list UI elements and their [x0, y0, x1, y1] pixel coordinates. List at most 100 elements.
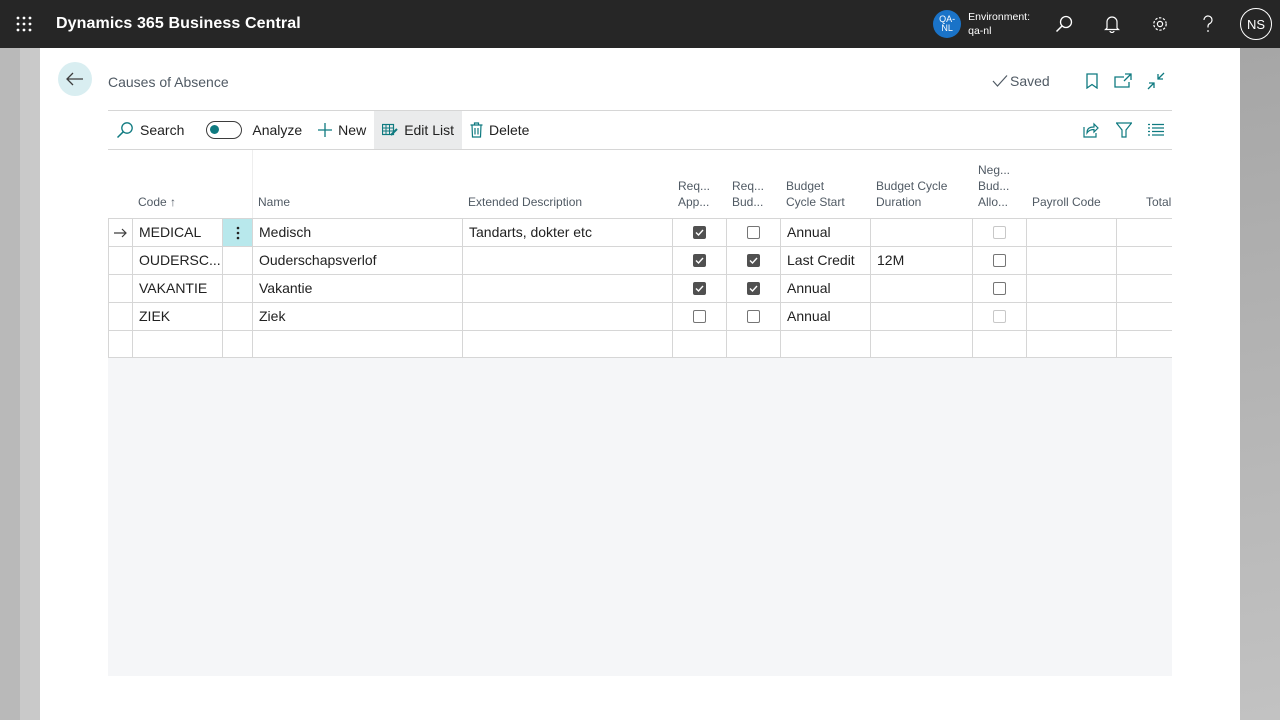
column-header-payroll-code[interactable]: Payroll Code — [1032, 194, 1101, 210]
cell-code[interactable]: OUDERSC... — [132, 247, 222, 274]
cell-budget-cycle-start[interactable]: Annual — [780, 303, 870, 330]
checkbox-neg-bud-allowed[interactable] — [993, 282, 1006, 295]
cell-payroll-code[interactable] — [1026, 275, 1116, 302]
cell-payroll-code[interactable] — [1026, 219, 1116, 246]
checkbox-req-bud[interactable] — [747, 310, 760, 323]
cell-budget-cycle-start[interactable]: Last Credit — [780, 247, 870, 274]
delete-button[interactable]: Delete — [462, 111, 537, 149]
open-new-window-button[interactable] — [1112, 70, 1134, 92]
cell-budget-cycle-duration[interactable]: 12M — [870, 247, 972, 274]
checkbox-req-bud[interactable] — [747, 254, 760, 267]
cell-name[interactable]: Medisch — [252, 219, 462, 246]
edit-list-button[interactable]: Edit List — [374, 111, 462, 149]
cell-budget-cycle-duration[interactable] — [870, 275, 972, 302]
column-header-code[interactable]: Code ↑ — [138, 194, 176, 210]
bookmark-button[interactable] — [1081, 70, 1103, 92]
cell-total[interactable] — [1116, 331, 1172, 358]
checkbox-req-app[interactable] — [693, 282, 706, 295]
cell-menu[interactable] — [222, 247, 252, 274]
cell-name[interactable]: Ouderschapsverlof — [252, 247, 462, 274]
cell-req-app[interactable] — [672, 219, 726, 246]
table-row[interactable]: MEDICAL Medisch Tandarts, dokter etc Annual — [108, 218, 1172, 246]
checkbox-req-bud[interactable] — [747, 226, 760, 239]
cell-req-app[interactable] — [672, 331, 726, 358]
cell-neg-bud-allowed[interactable] — [972, 247, 1026, 274]
settings-button[interactable] — [1136, 0, 1184, 48]
analyze-toggle[interactable]: Analyze — [198, 111, 310, 149]
notifications-button[interactable] — [1088, 0, 1136, 48]
column-header-neg-budget-allowed[interactable]: Neg... Bud... Allo... — [978, 162, 1010, 210]
cell-payroll-code[interactable] — [1026, 303, 1116, 330]
cell-total[interactable] — [1116, 303, 1172, 330]
search-action[interactable]: Search — [108, 111, 192, 149]
collapse-button[interactable] — [1145, 70, 1167, 92]
cell-total[interactable] — [1116, 219, 1172, 246]
cell-name[interactable] — [252, 331, 462, 358]
cell-extended-description[interactable] — [462, 275, 672, 302]
user-avatar[interactable]: NS — [1240, 8, 1272, 40]
cell-req-bud[interactable] — [726, 247, 780, 274]
cell-req-bud[interactable] — [726, 275, 780, 302]
column-header-name[interactable]: Name — [258, 194, 290, 210]
cell-req-bud[interactable] — [726, 331, 780, 358]
new-entry-row[interactable] — [108, 330, 1172, 358]
cell-code[interactable]: VAKANTIE — [132, 275, 222, 302]
analyze-switch[interactable] — [206, 121, 243, 139]
cell-req-bud[interactable] — [726, 219, 780, 246]
cell-neg-bud-allowed[interactable] — [972, 275, 1026, 302]
cell-req-app[interactable] — [672, 303, 726, 330]
cell-extended-description[interactable] — [462, 247, 672, 274]
cell-budget-cycle-start[interactable]: Annual — [780, 275, 870, 302]
filter-button[interactable] — [1113, 119, 1135, 141]
column-header-extended-description[interactable]: Extended Description — [468, 194, 582, 210]
cell-extended-description[interactable]: Tandarts, dokter etc — [462, 219, 672, 246]
cell-menu[interactable] — [222, 275, 252, 302]
checkbox-neg-bud-allowed[interactable] — [993, 226, 1006, 239]
column-header-req-approval[interactable]: Req... App... — [678, 178, 710, 210]
cell-total[interactable] — [1116, 247, 1172, 274]
table-row[interactable]: ZIEK Ziek Annual — [108, 302, 1172, 330]
cell-code[interactable]: MEDICAL — [132, 219, 222, 246]
cell-req-app[interactable] — [672, 247, 726, 274]
list-view-button[interactable] — [1145, 119, 1167, 141]
cell-menu[interactable] — [222, 331, 252, 358]
cell-neg-bud-allowed[interactable] — [972, 303, 1026, 330]
cell-neg-bud-allowed[interactable] — [972, 331, 1026, 358]
cell-code[interactable] — [132, 331, 222, 358]
cell-name[interactable]: Vakantie — [252, 275, 462, 302]
cell-req-app[interactable] — [672, 275, 726, 302]
cell-budget-cycle-start[interactable]: Annual — [780, 219, 870, 246]
checkbox-neg-bud-allowed[interactable] — [993, 310, 1006, 323]
search-button[interactable] — [1040, 0, 1088, 48]
cell-budget-cycle-duration[interactable] — [870, 303, 972, 330]
help-button[interactable] — [1184, 0, 1232, 48]
app-launcher-button[interactable] — [0, 0, 48, 48]
table-row[interactable]: OUDERSC... Ouderschapsverlof Last Credit 12… — [108, 246, 1172, 274]
column-header-budget-cycle-duration[interactable]: Budget Cycle Duration — [876, 178, 947, 210]
table-row[interactable]: VAKANTIE Vakantie Annual — [108, 274, 1172, 302]
cell-name[interactable]: Ziek — [252, 303, 462, 330]
checkbox-req-bud[interactable] — [747, 282, 760, 295]
cell-budget-cycle-duration[interactable] — [870, 219, 972, 246]
checkbox-req-app[interactable] — [693, 254, 706, 267]
cell-extended-description[interactable] — [462, 303, 672, 330]
environment-indicator[interactable]: QA- NL Environment: qa-nl — [933, 10, 1040, 38]
cell-req-bud[interactable] — [726, 303, 780, 330]
share-button[interactable] — [1080, 119, 1102, 141]
cell-code[interactable]: ZIEK — [132, 303, 222, 330]
cell-extended-description[interactable] — [462, 331, 672, 358]
cell-budget-cycle-start[interactable] — [780, 331, 870, 358]
row-actions-menu-button[interactable] — [222, 219, 252, 246]
column-header-total[interactable]: Total — [1146, 194, 1171, 210]
column-header-req-budget[interactable]: Req... Bud... — [732, 178, 764, 210]
checkbox-neg-bud-allowed[interactable] — [993, 254, 1006, 267]
new-button[interactable]: New — [310, 111, 374, 149]
cell-payroll-code[interactable] — [1026, 247, 1116, 274]
checkbox-req-app[interactable] — [693, 310, 706, 323]
cell-menu[interactable] — [222, 303, 252, 330]
column-header-budget-cycle-start[interactable]: Budget Cycle Start — [786, 178, 845, 210]
back-button[interactable] — [58, 62, 92, 96]
cell-payroll-code[interactable] — [1026, 331, 1116, 358]
cell-neg-bud-allowed[interactable] — [972, 219, 1026, 246]
cell-total[interactable] — [1116, 275, 1172, 302]
